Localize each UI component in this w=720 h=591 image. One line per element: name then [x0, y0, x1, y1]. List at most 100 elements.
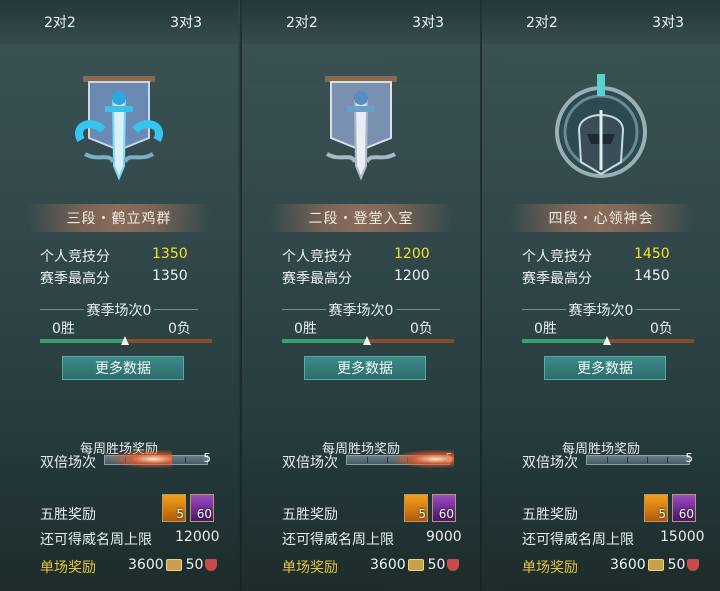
losses: 0负	[650, 321, 673, 337]
best-row: 赛季最高分 1350	[40, 268, 188, 288]
prestige-value: 15000	[660, 529, 705, 545]
medal-amount: 50	[185, 557, 204, 573]
win-fill	[282, 339, 368, 343]
shield-icon	[687, 559, 700, 571]
best-value: 1350	[152, 268, 188, 284]
single-label: 单场奖励	[282, 560, 338, 576]
single-reward-row: 单场奖励 3600 50	[522, 557, 700, 577]
double-count: 5	[203, 451, 211, 465]
double-label: 双倍场次	[40, 455, 96, 471]
score-label: 个人竞技分	[522, 249, 592, 265]
prestige-value: 9000	[426, 529, 462, 545]
season-matches: 赛季场次0	[242, 300, 480, 320]
score-value: 1450	[634, 246, 670, 262]
item-count: 5	[176, 507, 184, 521]
losses: 0负	[410, 321, 433, 337]
single-reward-row: 单场奖励 3600 50	[40, 557, 218, 577]
prestige-label: 还可得威名周上限	[522, 532, 634, 548]
prestige-label: 还可得威名周上限	[282, 532, 394, 548]
wins: 0胜	[534, 321, 557, 337]
rank-panel-3: 2对2 3对3 四段・心领神会 个人竞技分 1450 赛季最高分 1450 赛季场次…	[480, 0, 720, 591]
reward-item-purple[interactable]: 60	[190, 494, 214, 522]
best-label: 赛季最高分	[522, 271, 592, 287]
single-reward-row: 单场奖励 3600 50	[282, 557, 460, 577]
item-count: 60	[196, 507, 212, 521]
mode-tabs: 2对2 3对3	[242, 0, 480, 44]
win-loss-marker	[121, 336, 129, 345]
prestige-row: 还可得威名周上限 15000	[522, 529, 705, 549]
reward-item-orange[interactable]: 5	[644, 494, 668, 522]
item-count: 60	[678, 507, 694, 521]
mode-tabs: 2对2 3对3	[0, 0, 238, 44]
rank-title: 四段・心领神会	[510, 204, 692, 232]
single-label: 单场奖励	[522, 560, 578, 576]
win-loss-marker	[363, 336, 371, 345]
reward-item-orange[interactable]: 5	[404, 494, 428, 522]
score-label: 个人竞技分	[40, 249, 110, 265]
tab-3v3[interactable]: 3对3	[412, 12, 444, 32]
banner-sword-silver-icon	[325, 76, 397, 181]
five-win-label: 五胜奖励	[282, 507, 338, 523]
best-label: 赛季最高分	[40, 271, 110, 287]
prestige-label: 还可得威名周上限	[40, 532, 152, 548]
tab-3v3[interactable]: 3对3	[170, 12, 202, 32]
double-label: 双倍场次	[282, 455, 338, 471]
best-value: 1450	[634, 268, 670, 284]
rank-panel-1: 2对2 3对3 三段・鹤立鸡群 个人竞技分 1350 赛季最高分 1350 赛季场次…	[0, 0, 238, 591]
win-fill	[40, 339, 126, 343]
double-count: 5	[685, 451, 693, 465]
double-progress: 5	[586, 451, 693, 465]
prestige-row: 还可得威名周上限 9000	[282, 529, 462, 549]
season-matches: 赛季场次0	[482, 300, 720, 320]
fire-effect	[110, 450, 172, 468]
item-count: 60	[438, 507, 454, 521]
score-value: 1200	[394, 246, 430, 262]
more-data-button[interactable]: 更多数据	[544, 356, 666, 380]
double-label: 双倍场次	[522, 455, 578, 471]
win-loss-marker	[603, 336, 611, 345]
score-value: 1350	[152, 246, 188, 262]
coin-amount: 3600	[128, 557, 164, 573]
helmet-ring-icon	[555, 74, 647, 178]
win-fill	[522, 339, 608, 343]
best-label: 赛季最高分	[282, 271, 352, 287]
score-label: 个人竞技分	[282, 249, 352, 265]
coin-icon	[407, 559, 424, 571]
shield-icon	[447, 559, 460, 571]
score-row: 个人竞技分 1200	[282, 246, 430, 266]
reward-item-purple[interactable]: 60	[432, 494, 456, 522]
best-row: 赛季最高分 1450	[522, 268, 670, 288]
more-data-button[interactable]: 更多数据	[304, 356, 426, 380]
rank-title: 三段・鹤立鸡群	[28, 204, 210, 232]
mode-tabs: 2对2 3对3	[482, 0, 720, 44]
season-matches: 赛季场次0	[0, 300, 238, 320]
tab-2v2[interactable]: 2对2	[286, 12, 318, 32]
item-count: 5	[658, 507, 666, 521]
banner-sword-cyan-icon	[75, 76, 163, 181]
wins: 0胜	[294, 321, 317, 337]
wins: 0胜	[52, 321, 75, 337]
more-data-button[interactable]: 更多数据	[62, 356, 184, 380]
arena-ranking-screen: 2对2 3对3 三段・鹤立鸡群 个人竞技分 1350 赛季最高分 1350 赛季场次…	[0, 0, 720, 591]
medal-amount: 50	[667, 557, 686, 573]
item-count: 5	[418, 507, 426, 521]
coin-amount: 3600	[370, 557, 406, 573]
score-row: 个人竞技分 1350	[40, 246, 188, 266]
best-value: 1200	[394, 268, 430, 284]
prestige-row: 还可得威名周上限 12000	[40, 529, 220, 549]
reward-item-purple[interactable]: 60	[672, 494, 696, 522]
coin-icon	[165, 559, 182, 571]
losses: 0负	[168, 321, 191, 337]
coin-amount: 3600	[610, 557, 646, 573]
rank-title: 二段・登堂入室	[270, 204, 452, 232]
tab-2v2[interactable]: 2对2	[526, 12, 558, 32]
five-win-label: 五胜奖励	[40, 507, 96, 523]
tab-2v2[interactable]: 2对2	[44, 12, 76, 32]
single-label: 单场奖励	[40, 560, 96, 576]
rank-panel-2: 2对2 3对3 二段・登堂入室 个人竞技分 1200 赛季最高分 1200 赛季场次…	[240, 0, 480, 591]
tab-3v3[interactable]: 3对3	[652, 12, 684, 32]
score-row: 个人竞技分 1450	[522, 246, 670, 266]
medal-amount: 50	[427, 557, 446, 573]
reward-item-orange[interactable]: 5	[162, 494, 186, 522]
prestige-value: 12000	[175, 529, 220, 545]
